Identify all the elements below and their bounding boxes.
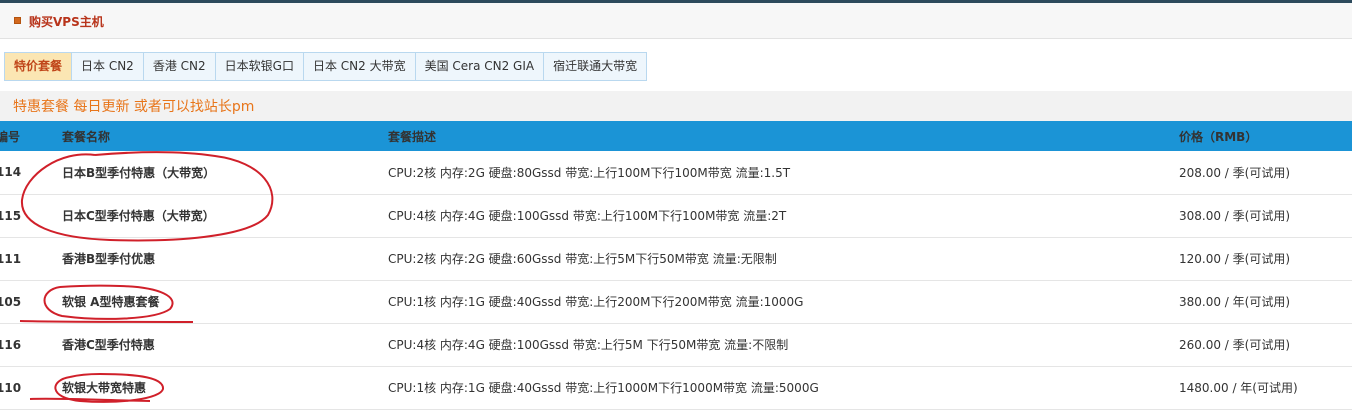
plan-name: 日本C型季付特惠（大带宽） <box>62 209 215 223</box>
table-row[interactable]: 105 软银 A型特惠套餐 CPU:1核 内存:1G 硬盘:40Gssd 带宽:… <box>0 280 1352 323</box>
plan-price: 1480.00 / 年(可试用) <box>1179 381 1298 395</box>
plan-id: 114 <box>0 165 22 180</box>
category-tabs: 特价套餐 日本 CN2 香港 CN2 日本软银G口 日本 CN2 大带宽 美国 … <box>4 52 648 81</box>
tab-suqian-unicom[interactable]: 宿迁联通大带宽 <box>544 53 646 80</box>
plan-id: 111 <box>0 251 22 266</box>
plan-price: 208.00 / 季(可试用) <box>1179 165 1291 180</box>
tab-special-offers[interactable]: 特价套餐 <box>5 53 73 80</box>
plan-id: 115 <box>0 208 22 223</box>
plan-desc: CPU:2核 内存:2G 硬盘:80Gssd 带宽:上行100M下行100M带宽… <box>388 165 791 180</box>
table-row[interactable]: 111 香港B型季付优惠 CPU:2核 内存:2G 硬盘:60Gssd 带宽:上… <box>0 237 1352 280</box>
table-row[interactable]: 114 日本B型季付特惠（大带宽） CPU:2核 内存:2G 硬盘:80Gssd… <box>0 151 1352 194</box>
plan-desc: CPU:4核 内存:4G 硬盘:100Gssd 带宽:上行100M下行100M带… <box>388 209 787 223</box>
plan-price: 120.00 / 季(可试用) <box>1179 252 1291 266</box>
column-header-price: 价格（RMB） <box>1179 129 1258 144</box>
plan-name: 香港B型季付优惠 <box>62 252 156 266</box>
table-row[interactable]: 115 日本C型季付特惠（大带宽） CPU:4核 内存:4G 硬盘:100Gss… <box>0 194 1352 237</box>
tab-japan-cn2-bandwidth[interactable]: 日本 CN2 大带宽 <box>304 53 416 80</box>
plan-name: 软银 A型特惠套餐 <box>62 295 160 309</box>
plan-desc: CPU:1核 内存:1G 硬盘:40Gssd 带宽:上行1000M下行1000M… <box>388 381 819 395</box>
plan-desc: CPU:2核 内存:2G 硬盘:60Gssd 带宽:上行5M下行50M带宽 流量… <box>388 252 777 266</box>
plan-id: 110 <box>0 380 22 395</box>
plan-price: 308.00 / 季(可试用) <box>1179 209 1291 223</box>
table-row[interactable]: 116 香港C型季付特惠 CPU:4核 内存:4G 硬盘:100Gssd 带宽:… <box>0 323 1352 366</box>
plan-id: 116 <box>0 337 22 352</box>
plan-id: 105 <box>0 294 22 309</box>
table-header-row: 编号 套餐名称 套餐描述 价格（RMB） <box>0 121 1352 151</box>
column-header-name: 套餐名称 <box>62 129 111 144</box>
plan-price: 380.00 / 年(可试用) <box>1179 295 1291 309</box>
plan-name: 日本B型季付特惠（大带宽） <box>62 165 216 180</box>
page-header: 购买VPS主机 <box>0 3 1352 39</box>
column-header-id: 编号 <box>0 129 21 144</box>
notice-bar: 特惠套餐 每日更新 或者可以找站长pm <box>0 91 1352 121</box>
plan-desc: CPU:1核 内存:1G 硬盘:40Gssd 带宽:上行200M下行200M带宽… <box>388 295 804 309</box>
plan-name: 香港C型季付特惠 <box>62 338 155 352</box>
page-title: 购买VPS主机 <box>29 15 104 29</box>
tab-japan-cn2[interactable]: 日本 CN2 <box>72 53 144 80</box>
plan-name: 软银大带宽特惠 <box>62 381 147 395</box>
tab-japan-softbank[interactable]: 日本软银G口 <box>216 53 304 80</box>
column-header-desc: 套餐描述 <box>388 129 437 144</box>
plan-price: 260.00 / 季(可试用) <box>1179 338 1291 352</box>
table-row[interactable]: 110 软银大带宽特惠 CPU:1核 内存:1G 硬盘:40Gssd 带宽:上行… <box>0 366 1352 409</box>
tab-hongkong-cn2[interactable]: 香港 CN2 <box>144 53 216 80</box>
plans-table: 编号 套餐名称 套餐描述 价格（RMB） 114 日本B型季付特惠（大带宽） C… <box>0 121 1352 410</box>
plan-desc: CPU:4核 内存:4G 硬盘:100Gssd 带宽:上行5M 下行50M带宽 … <box>388 338 789 352</box>
bullet-square-icon <box>14 17 21 24</box>
tab-us-cera-cn2-gia[interactable]: 美国 Cera CN2 GIA <box>416 53 545 80</box>
notice-text: 特惠套餐 每日更新 或者可以找站长pm <box>13 99 255 115</box>
